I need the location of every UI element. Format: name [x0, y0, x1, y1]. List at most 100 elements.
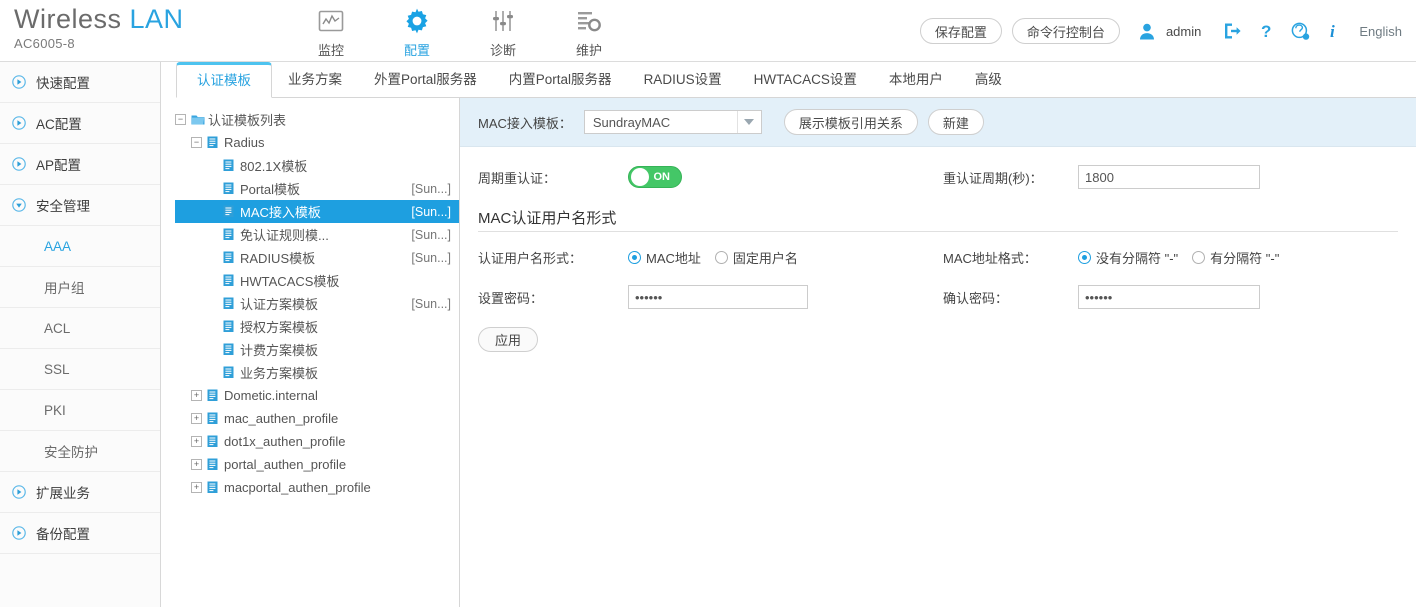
tree-node-3[interactable]: Portal模板 [Sun...]	[175, 177, 459, 200]
tab-2[interactable]: 外置Portal服务器	[358, 62, 493, 97]
sidebar-item-11[interactable]: 备份配置	[0, 513, 160, 554]
tab-3[interactable]: 内置Portal服务器	[493, 62, 628, 97]
chevron-down-icon	[736, 111, 761, 133]
sidebar-item-label: AC配置	[36, 117, 82, 132]
tree-node-7[interactable]: HWTACACS模板	[175, 269, 459, 292]
tree-node-13[interactable]: + mac_authen_profile	[175, 407, 459, 430]
sidebar-item-7[interactable]: SSL	[0, 349, 160, 390]
tree-node-2[interactable]: 802.1X模板	[175, 154, 459, 177]
document-icon	[207, 458, 222, 471]
topnav-item-maintenance[interactable]: 维护	[546, 3, 632, 59]
topnav-item-configuration[interactable]: 配置	[374, 3, 460, 59]
tree-node-12[interactable]: + Dometic.internal	[175, 384, 459, 407]
tree-node-14[interactable]: + dot1x_authen_profile	[175, 430, 459, 453]
sidebar-item-9[interactable]: 安全防护	[0, 431, 160, 472]
tab-bar: 认证模板 业务方案 外置Portal服务器 内置Portal服务器 RADIUS设置 HW…	[176, 62, 1416, 98]
lifebuoy-icon[interactable]	[1283, 22, 1317, 41]
topnav-label-diagnostics: 诊断	[489, 43, 516, 58]
tree-node-6[interactable]: RADIUS模板 [Sun...]	[175, 246, 459, 269]
header-actions: 保存配置 命令行控制台 admin ? i English	[919, 0, 1406, 62]
save-config-button[interactable]: 保存配置	[919, 18, 1002, 44]
sidebar-item-2[interactable]: AP配置	[0, 144, 160, 185]
tree-node-5[interactable]: 免认证规则模... [Sun...]	[175, 223, 459, 246]
radio-dot	[628, 251, 641, 264]
tree-expander-plus-icon[interactable]: +	[191, 436, 202, 447]
sidebar-item-10[interactable]: 扩展业务	[0, 472, 160, 513]
tree-expander-minus-icon[interactable]: −	[175, 114, 186, 125]
sidebar-item-3[interactable]: 安全管理	[0, 185, 160, 226]
sidebar-item-0[interactable]: 快速配置	[0, 62, 160, 103]
language-switcher[interactable]: English	[1359, 24, 1402, 39]
folder-open-icon	[191, 114, 206, 126]
logout-icon[interactable]	[1215, 22, 1249, 40]
tab-1[interactable]: 业务方案	[272, 62, 358, 97]
document-icon	[223, 320, 238, 333]
apply-button[interactable]: 应用	[478, 327, 539, 352]
tree-expander-plus-icon[interactable]: +	[191, 390, 202, 401]
document-icon	[223, 205, 238, 218]
username-form-label: 认证用户名形式：	[478, 251, 583, 266]
document-icon	[223, 343, 238, 356]
sidebar-item-8[interactable]: PKI	[0, 390, 160, 431]
set-password-input[interactable]	[628, 285, 808, 309]
radio-username-fixed[interactable]: 固定用户名	[714, 248, 798, 267]
sidebar-item-label: 用户组	[44, 281, 85, 296]
sidebar-item-6[interactable]: ACL	[0, 308, 160, 349]
tree-node-badge: [Sun...]	[411, 296, 451, 311]
tree-expander-plus-icon[interactable]: +	[191, 482, 202, 493]
set-password-label: 设置密码：	[478, 290, 544, 306]
tree-node-label: Radius	[224, 135, 265, 150]
cli-console-button[interactable]: 命令行控制台	[1011, 18, 1120, 44]
sidebar-item-label: AP配置	[36, 158, 82, 173]
tree-node-4[interactable]: MAC接入模板 [Sun...]	[175, 200, 459, 223]
show-template-references-button[interactable]: 展示模板引用关系	[783, 109, 918, 135]
mac-template-select[interactable]: SundrayMAC	[583, 110, 762, 134]
tree-expander-plus-icon[interactable]: +	[191, 413, 202, 424]
tree-node-0[interactable]: − 认证模板列表	[175, 108, 459, 131]
radio-mac-format-with-separator[interactable]: 有分隔符 "-"	[1192, 248, 1279, 267]
tree-expander-plus-icon[interactable]: +	[191, 459, 202, 470]
form-row-actions: 应用	[478, 327, 1398, 352]
new-template-button[interactable]: 新建	[927, 109, 984, 135]
tree-node-15[interactable]: + portal_authen_profile	[175, 453, 459, 476]
tab-7[interactable]: 高级	[959, 62, 1018, 97]
tree-node-8[interactable]: 认证方案模板 [Sun...]	[175, 292, 459, 315]
document-icon	[207, 412, 222, 425]
reauth-period-input[interactable]	[1078, 165, 1260, 189]
tab-6[interactable]: 本地用户	[873, 62, 959, 97]
mac-template-label: MAC接入模板：	[478, 115, 572, 131]
tree-expander-minus-icon[interactable]: −	[191, 137, 202, 148]
topnav-label-maintenance: 维护	[575, 43, 602, 58]
sidebar-item-1[interactable]: AC配置	[0, 103, 160, 144]
svg-text:i: i	[1330, 22, 1335, 40]
section-title: MAC认证用户名形式	[478, 210, 617, 227]
sidebar-item-4[interactable]: AAA	[0, 226, 160, 267]
user-icon[interactable]	[1130, 23, 1164, 40]
tab-5[interactable]: HWTACACS设置	[738, 62, 873, 97]
tree-node-label: 免认证规则模...	[240, 228, 329, 243]
document-icon	[223, 297, 238, 310]
topnav-item-monitor[interactable]: 监控	[288, 3, 374, 59]
tree-node-16[interactable]: + macportal_authen_profile	[175, 476, 459, 499]
info-icon[interactable]: i	[1317, 22, 1351, 40]
confirm-password-input[interactable]	[1078, 285, 1260, 309]
radio-mac-format-no-separator[interactable]: 没有分隔符 "-"	[1078, 248, 1178, 267]
tree-node-label: RADIUS模板	[240, 251, 316, 266]
radio-label: 固定用户名	[732, 251, 798, 266]
tab-0[interactable]: 认证模板	[176, 62, 272, 98]
tree-node-badge: [Sun...]	[411, 181, 451, 196]
set-password-cell: 设置密码：	[478, 285, 943, 309]
tree-node-9[interactable]: 授权方案模板	[175, 315, 459, 338]
radio-username-mac-address[interactable]: MAC地址	[628, 248, 701, 267]
topnav-item-diagnostics[interactable]: 诊断	[460, 3, 546, 59]
question-mark-icon[interactable]: ?	[1249, 22, 1283, 40]
tree-node-1[interactable]: − Radius	[175, 131, 459, 154]
tree-node-10[interactable]: 计费方案模板	[175, 338, 459, 361]
tree-node-11[interactable]: 业务方案模板	[175, 361, 459, 384]
sidebar-item-5[interactable]: 用户组	[0, 267, 160, 308]
brand-title-accent: LAN	[129, 4, 184, 34]
tab-4[interactable]: RADIUS设置	[628, 62, 738, 97]
form-row-username-format: 认证用户名形式： MAC地址 固定用户名 MAC地址格式： 没有分隔符 "-" …	[478, 248, 1398, 267]
radio-label: MAC地址	[646, 251, 701, 266]
periodic-reauth-toggle[interactable]: ON	[628, 166, 682, 188]
